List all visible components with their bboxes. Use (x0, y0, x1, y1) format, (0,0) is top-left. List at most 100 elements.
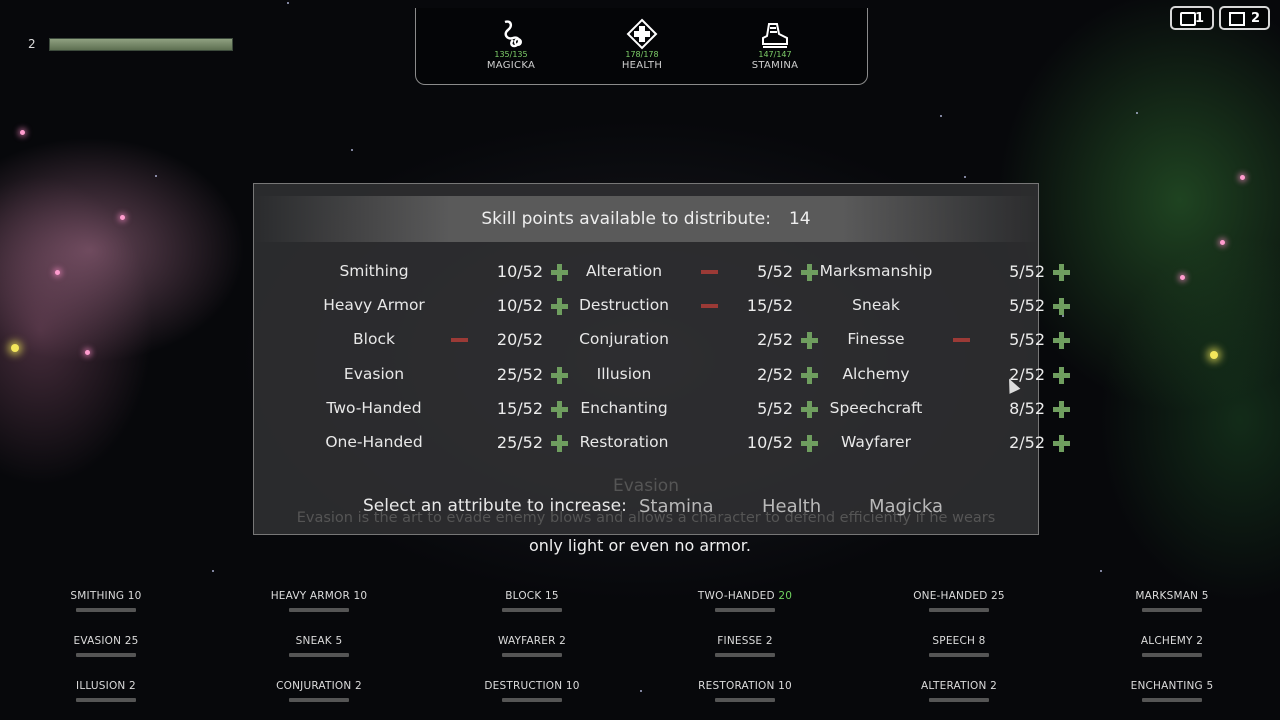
attribute-panel: 135/135 MAGICKA 178/178 HEALTH 147/147 S… (415, 8, 868, 85)
skill-name: Speechcraft (829, 398, 923, 417)
skill-value: 2/52 (757, 330, 793, 350)
skill-overview-label: SNEAK (295, 635, 332, 647)
skill-value: 15/52 (496, 398, 543, 418)
skill-progress-bar (1142, 653, 1202, 657)
increase-skill-button[interactable] (1053, 400, 1070, 418)
skill-value: 5/52 (1009, 262, 1045, 281)
stamina-label: STAMINA (751, 60, 799, 71)
skill-row: Smithing 10/52 (304, 254, 568, 288)
skill-overview-item[interactable]: ENCHANTING 5 (1097, 680, 1247, 702)
skill-overview-value: 5 (335, 635, 343, 647)
skill-points-value: 14 (788, 209, 811, 229)
health-icon (626, 18, 658, 50)
decrease-skill-button[interactable] (701, 270, 718, 274)
increase-skill-button[interactable] (1053, 264, 1070, 281)
skill-overview-value: 2 (990, 680, 997, 692)
skill-name: Sneak (852, 296, 900, 315)
skill-row: Evasion 25/52 (304, 357, 568, 391)
skill-overview-label: SMITHING (70, 590, 125, 602)
chat-counter[interactable]: 1 (1170, 6, 1214, 30)
skill-overview-item[interactable]: SNEAK 5 (244, 635, 394, 657)
skill-row: Speechcraft 8/52 (806, 391, 1070, 425)
box-count: 2 (1250, 10, 1260, 26)
skill-row: Alteration 5/52 (554, 254, 818, 288)
skill-row: Conjuration 2/52 (554, 322, 818, 356)
skill-overview-label: RESTORATION (698, 680, 775, 692)
skill-overview-item[interactable]: HEAVY ARMOR 10 (244, 590, 394, 612)
constellation-node[interactable] (1210, 351, 1218, 359)
box-counter[interactable]: 2 (1219, 6, 1270, 30)
skill-overview-item[interactable]: SMITHING 10 (31, 590, 181, 612)
skill-overview-item[interactable]: ALTERATION 2 (884, 680, 1034, 702)
decrease-skill-button[interactable] (953, 338, 970, 343)
skill-progress-bar (76, 698, 136, 702)
skill-progress-bar (929, 698, 989, 702)
skill-overview-item[interactable]: ILLUSION 2 (31, 680, 181, 702)
skill-overview-label: WAYFARER (497, 635, 556, 647)
option-health[interactable]: Health (762, 496, 821, 517)
skill-value: 25/52 (496, 432, 543, 452)
magicka-icon (495, 18, 527, 50)
skill-value: 10/52 (746, 432, 793, 452)
skill-overview-item[interactable]: TWO-HANDED 20 (670, 590, 820, 612)
skill-overview-item[interactable]: BLOCK 15 (457, 590, 607, 612)
skill-name: Block (353, 330, 395, 349)
skill-overview-item[interactable]: EVASION 25 (31, 635, 181, 657)
skill-overview-label: MARKSMAN (1135, 590, 1199, 602)
skill-progress-bar (502, 608, 562, 612)
skill-progress-bar (715, 653, 775, 657)
stamina-icon (759, 18, 791, 50)
skill-name: Conjuration (579, 330, 669, 349)
skill-name: Marksmanship (819, 262, 933, 280)
increase-skill-button[interactable] (1053, 332, 1070, 350)
skill-name: Evasion (343, 364, 405, 383)
increase-skill-button[interactable] (1053, 434, 1070, 452)
skill-progress-bar (929, 653, 989, 657)
skill-overview-label: CONJURATION (276, 680, 352, 692)
skill-overview-item[interactable]: FINESSE 2 (670, 635, 820, 657)
attribute-health: 178/178 HEALTH (587, 18, 697, 71)
option-stamina[interactable]: Stamina (639, 496, 714, 517)
skill-overview-item[interactable]: MARKSMAN 5 (1097, 590, 1247, 612)
skill-value: 5/52 (757, 262, 793, 281)
skill-value: 5/52 (757, 398, 793, 418)
skill-overview-label: BLOCK (505, 590, 542, 602)
skill-overview-item[interactable]: CONJURATION 2 (244, 680, 394, 702)
decrease-skill-button[interactable] (451, 338, 468, 343)
skill-overview-value: 20 (778, 590, 793, 602)
skill-name: Smithing (339, 262, 409, 280)
increase-skill-button[interactable] (1053, 298, 1070, 316)
skill-overview-item[interactable]: ONE-HANDED 25 (884, 590, 1034, 612)
skill-overview-value: 5 (1201, 590, 1209, 602)
skill-overview-item[interactable]: SPEECH 8 (884, 635, 1034, 657)
skill-value: 20/52 (496, 330, 543, 350)
skill-distribution-dialog: Skill points available to distribute: 14 … (253, 183, 1070, 535)
skill-overview-label: HEAVY ARMOR (270, 590, 350, 602)
skill-name: Finesse (847, 330, 905, 349)
skill-value: 10/52 (496, 296, 543, 316)
skill-name: Illusion (596, 364, 652, 383)
decrease-skill-button[interactable] (701, 304, 718, 309)
skill-value: 2/52 (757, 364, 793, 384)
skill-column: Alteration 5/52 Destruction 15/52 Conjuratio… (554, 254, 818, 459)
skill-progress-bar (715, 698, 775, 702)
skill-overview-item[interactable]: DESTRUCTION 10 (457, 680, 607, 702)
description-title: Evasion (613, 476, 679, 496)
skill-overview-label: TWO-HANDED (697, 590, 775, 602)
skill-value: 8/52 (1009, 398, 1045, 418)
constellation-node[interactable] (11, 344, 19, 352)
skill-progress-bar (715, 608, 775, 612)
skill-value: 5/52 (1009, 330, 1045, 350)
skill-value: 15/52 (746, 296, 793, 316)
skill-row: Enchanting 5/52 (554, 391, 818, 425)
skill-progress-bar (1142, 608, 1202, 612)
skill-overview-label: DESTRUCTION (484, 680, 563, 692)
skill-overview-label: ONE-HANDED (913, 590, 988, 602)
skill-overview-item[interactable]: WAYFARER 2 (457, 635, 607, 657)
increase-skill-button[interactable] (1053, 366, 1070, 384)
skill-overview-item[interactable]: ALCHEMY 2 (1097, 635, 1247, 657)
skill-overview-item[interactable]: RESTORATION 10 (670, 680, 820, 702)
skill-name: One-Handed (325, 432, 423, 451)
skill-row: Illusion 2/52 (554, 357, 818, 391)
option-magicka[interactable]: Magicka (869, 496, 943, 517)
